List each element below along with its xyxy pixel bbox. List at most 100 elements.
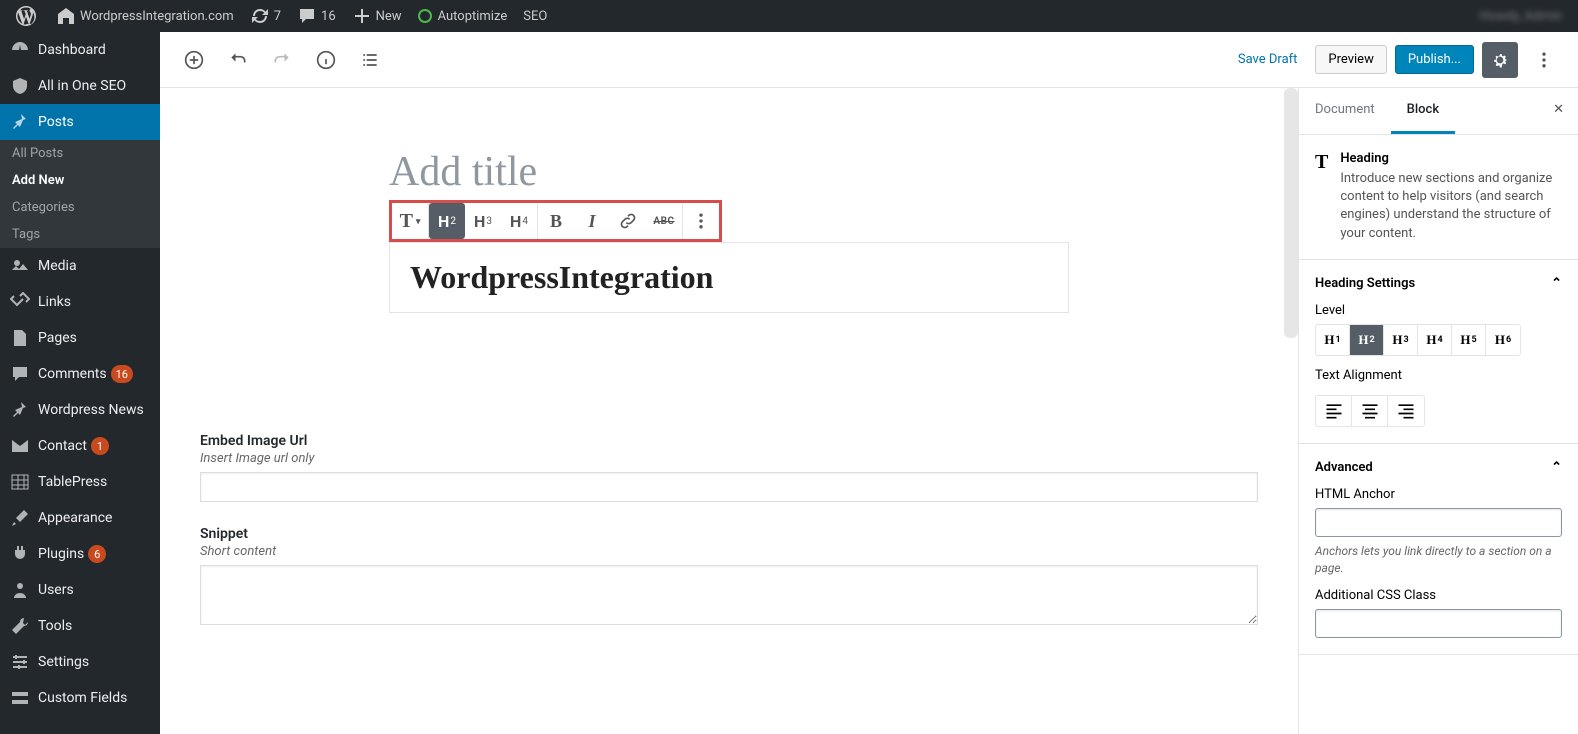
- submenu-tags[interactable]: Tags: [0, 221, 160, 248]
- media-icon: [10, 256, 30, 276]
- heading-h3-button[interactable]: H3: [465, 203, 501, 239]
- plugin-icon: [10, 544, 30, 564]
- close-inspector-button[interactable]: ✕: [1539, 88, 1578, 134]
- level-h3-button[interactable]: H3: [1384, 325, 1418, 355]
- admin-sidebar: Dashboard All in One SEO Posts All Posts…: [0, 32, 160, 734]
- align-right-button[interactable]: [1388, 396, 1424, 426]
- updates-link[interactable]: 7: [242, 0, 289, 32]
- sidebar-label: Posts: [38, 114, 74, 130]
- snippet-field: Snippet Short content: [200, 526, 1258, 629]
- info-button[interactable]: [308, 42, 344, 78]
- mail-icon: [10, 436, 30, 456]
- css-class-input[interactable]: [1315, 609, 1562, 638]
- sidebar-label: Comments: [38, 366, 107, 382]
- sidebar-label: Settings: [38, 654, 89, 670]
- outline-button[interactable]: [352, 42, 388, 78]
- heading-block-icon: T: [1315, 151, 1328, 175]
- align-center-button[interactable]: [1352, 396, 1388, 426]
- snippet-hint: Short content: [200, 544, 1258, 559]
- sidebar-item-wpnews[interactable]: Wordpress News: [0, 392, 160, 428]
- users-icon: [10, 580, 30, 600]
- submenu-add-new[interactable]: Add New: [0, 167, 160, 194]
- italic-button[interactable]: I: [574, 203, 610, 239]
- submenu-all-posts[interactable]: All Posts: [0, 140, 160, 167]
- sidebar-item-contact[interactable]: Contact1: [0, 428, 160, 464]
- user-greeting[interactable]: Howdy, Admin: [1471, 0, 1570, 32]
- sidebar-item-media[interactable]: Media: [0, 248, 160, 284]
- update-icon: [250, 6, 270, 26]
- more-options-button[interactable]: [1526, 42, 1562, 78]
- heading-text[interactable]: WordpressIntegration: [410, 259, 1048, 296]
- seo-link[interactable]: SEO: [515, 0, 555, 32]
- editor-body[interactable]: Add title T H2 H3 H4 B I ABC: [160, 88, 1298, 734]
- seo-label: SEO: [523, 9, 547, 24]
- embed-image-label: Embed Image Url: [200, 433, 1258, 449]
- block-more-button[interactable]: [683, 203, 719, 239]
- chevron-up-icon: ⌃: [1551, 276, 1562, 291]
- level-h6-button[interactable]: H6: [1486, 325, 1520, 355]
- level-h4-button[interactable]: H4: [1418, 325, 1452, 355]
- heading-h4-button[interactable]: H4: [501, 203, 537, 239]
- sidebar-item-appearance[interactable]: Appearance: [0, 500, 160, 536]
- autoptimize-link[interactable]: Autoptimize: [410, 0, 516, 32]
- new-content-link[interactable]: New: [344, 0, 410, 32]
- contact-badge: 1: [91, 437, 109, 455]
- align-left-button[interactable]: [1316, 396, 1352, 426]
- sidebar-label: Tools: [38, 618, 72, 634]
- sidebar-item-dashboard[interactable]: Dashboard: [0, 32, 160, 68]
- level-h2-button[interactable]: H2: [1350, 325, 1384, 355]
- publish-button[interactable]: Publish...: [1395, 45, 1474, 74]
- undo-button[interactable]: [220, 42, 256, 78]
- post-title-input[interactable]: Add title: [389, 148, 1069, 196]
- sidebar-item-pages[interactable]: Pages: [0, 320, 160, 356]
- sidebar-item-links[interactable]: Links: [0, 284, 160, 320]
- embed-image-input[interactable]: [200, 472, 1258, 502]
- link-button[interactable]: [610, 203, 646, 239]
- inspector-panel: Document Block ✕ T Heading Introduce new…: [1298, 88, 1578, 734]
- heading-block[interactable]: WordpressIntegration: [389, 242, 1069, 313]
- comments-count: 16: [321, 9, 336, 24]
- tab-document[interactable]: Document: [1299, 88, 1391, 134]
- submenu-categories[interactable]: Categories: [0, 194, 160, 221]
- scrollbar[interactable]: [1284, 88, 1298, 338]
- sidebar-item-comments[interactable]: Comments16: [0, 356, 160, 392]
- comments-link[interactable]: 16: [289, 0, 344, 32]
- fields-icon: [10, 688, 30, 708]
- level-h5-button[interactable]: H5: [1452, 325, 1486, 355]
- level-h1-button[interactable]: H1: [1316, 325, 1350, 355]
- sidebar-item-posts[interactable]: Posts: [0, 104, 160, 140]
- settings-gear-button[interactable]: [1482, 42, 1518, 78]
- transform-block-button[interactable]: T: [392, 203, 428, 239]
- alignment-group: [1315, 395, 1425, 427]
- sliders-icon: [10, 652, 30, 672]
- sidebar-label: All in One SEO: [38, 78, 126, 94]
- sidebar-item-settings[interactable]: Settings: [0, 644, 160, 680]
- redo-button[interactable]: [264, 42, 300, 78]
- sidebar-item-plugins[interactable]: Plugins6: [0, 536, 160, 572]
- bold-button[interactable]: B: [538, 203, 574, 239]
- updates-count: 7: [274, 9, 281, 24]
- snippet-textarea[interactable]: [200, 565, 1258, 625]
- sidebar-label: TablePress: [38, 474, 107, 490]
- inspector-tabs: Document Block ✕: [1299, 88, 1578, 135]
- sidebar-item-tablepress[interactable]: TablePress: [0, 464, 160, 500]
- save-draft-button[interactable]: Save Draft: [1228, 46, 1308, 73]
- heading-settings-header[interactable]: Heading Settings ⌃: [1315, 276, 1562, 291]
- sidebar-label: Links: [38, 294, 71, 310]
- advanced-header[interactable]: Advanced ⌃: [1315, 460, 1562, 475]
- wp-logo[interactable]: [8, 0, 48, 32]
- wrench-icon: [10, 616, 30, 636]
- html-anchor-input[interactable]: [1315, 508, 1562, 537]
- add-block-button[interactable]: [176, 42, 212, 78]
- strikethrough-button[interactable]: ABC: [646, 203, 682, 239]
- sidebar-item-custom-fields[interactable]: Custom Fields: [0, 680, 160, 716]
- site-name-link[interactable]: WordpressIntegration.com: [48, 0, 242, 32]
- autoptimize-icon: [418, 9, 432, 23]
- sidebar-item-tools[interactable]: Tools: [0, 608, 160, 644]
- sidebar-item-users[interactable]: Users: [0, 572, 160, 608]
- tab-block[interactable]: Block: [1391, 88, 1455, 134]
- heading-h2-button[interactable]: H2: [429, 203, 465, 239]
- block-type-name: Heading: [1340, 151, 1562, 166]
- sidebar-item-aio-seo[interactable]: All in One SEO: [0, 68, 160, 104]
- preview-button[interactable]: Preview: [1315, 45, 1386, 74]
